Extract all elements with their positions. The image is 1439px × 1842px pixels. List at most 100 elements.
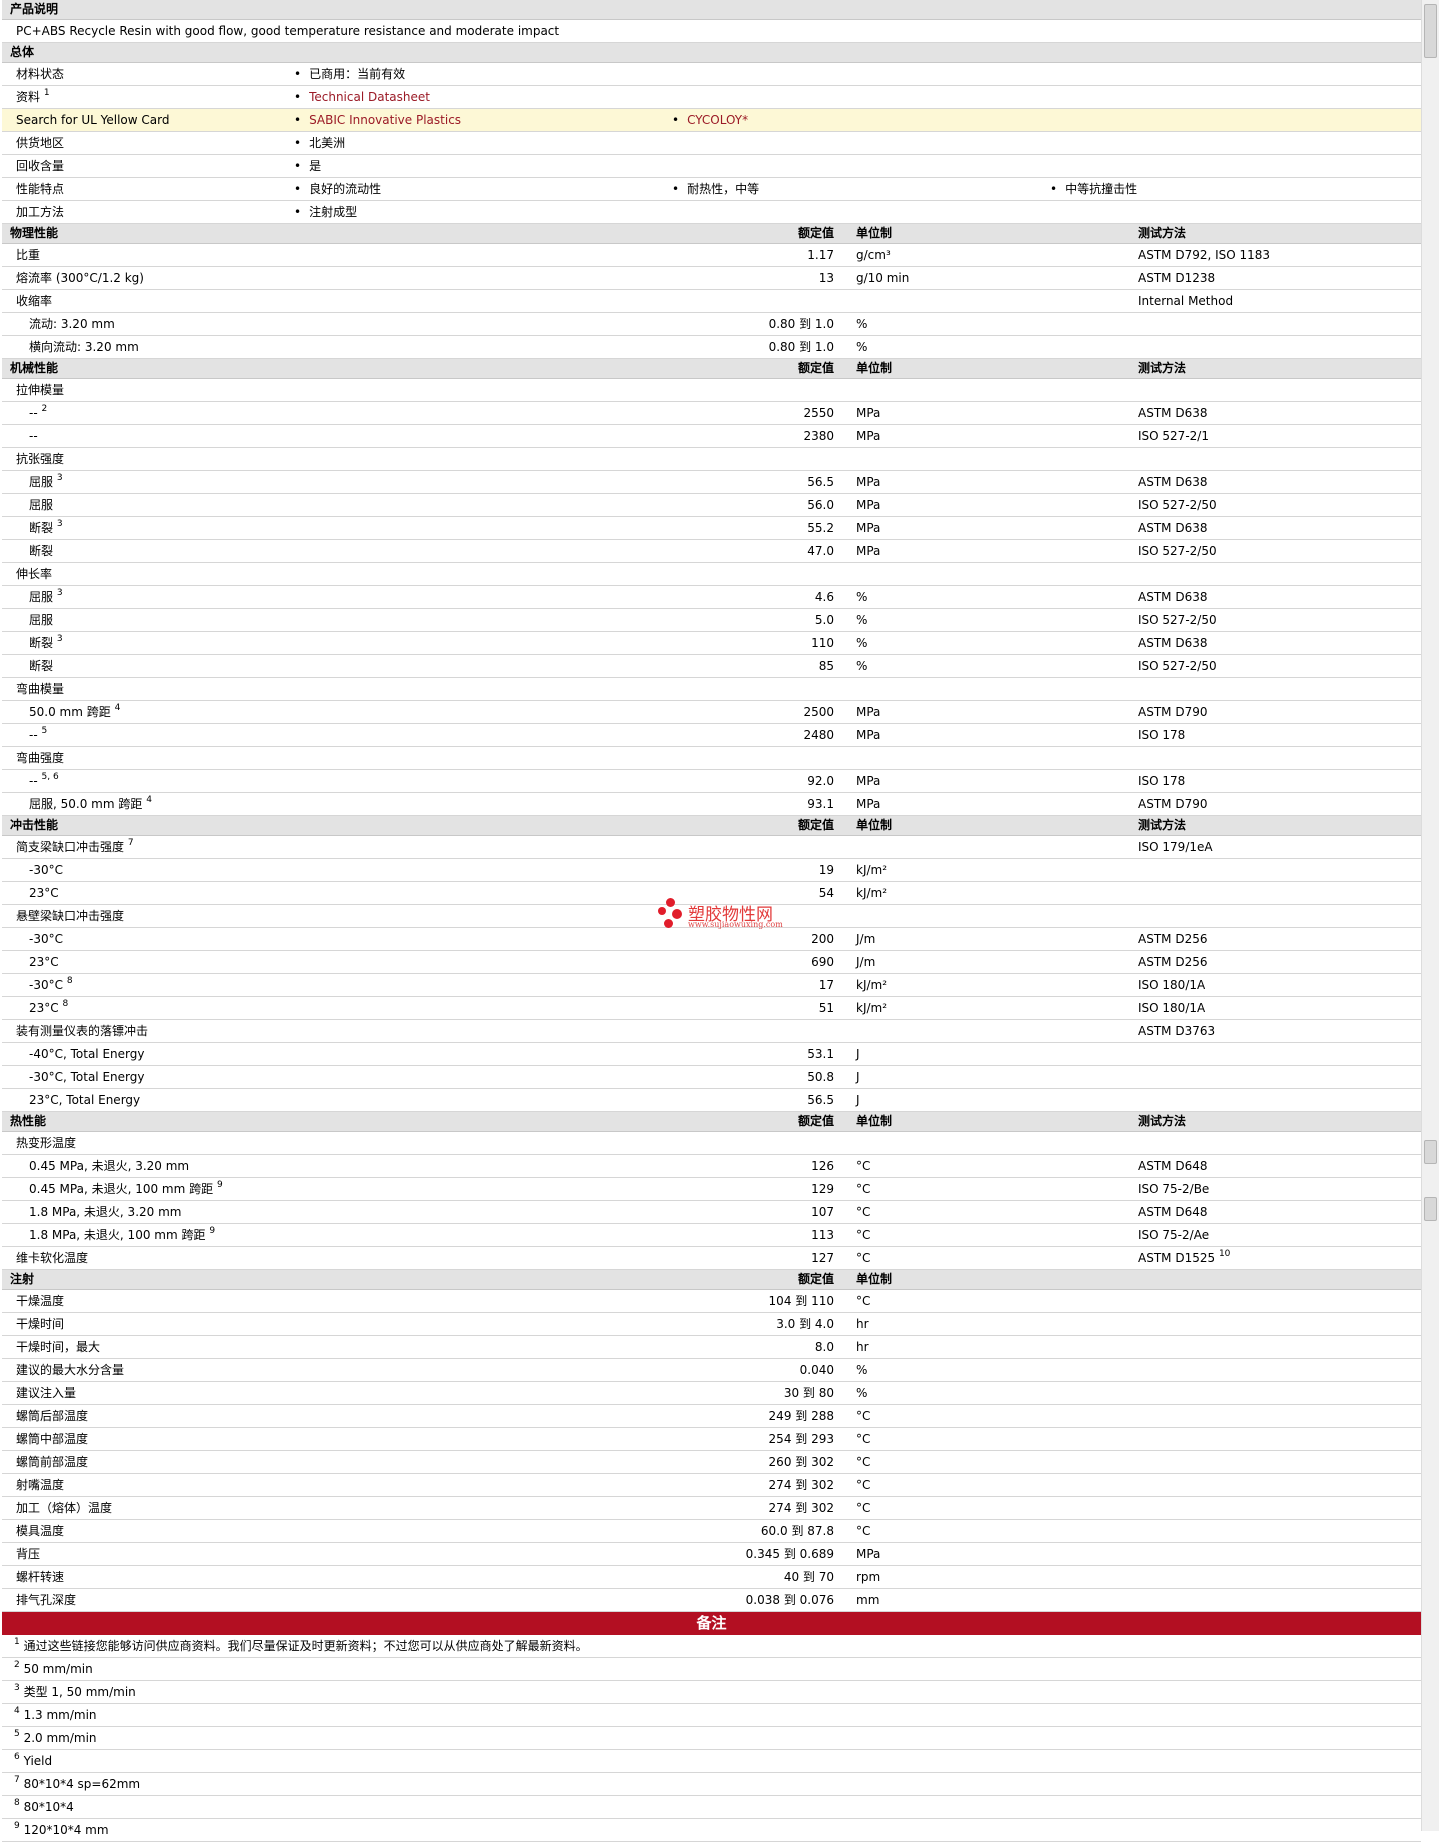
status-row: 材料状态 已商用：当前有效 <box>2 63 1421 86</box>
property-value: 85 <box>818 659 834 673</box>
property-unit: °C <box>856 1205 871 1219</box>
property-label: 背压 <box>16 1547 41 1561</box>
property-value: 127 <box>811 1251 834 1265</box>
section-general: 总体 <box>2 43 1421 63</box>
property-method: ASTM D792, ISO 1183 <box>1138 248 1271 262</box>
property-label: 流动: 3.20 mm <box>29 317 115 331</box>
property-value: 0.040 <box>799 1363 834 1377</box>
property-row: 维卡软化温度 127 °C ASTM D1525 10 <box>2 1247 1421 1270</box>
property-method: ASTM D638 <box>1138 590 1208 604</box>
property-value: 2550 <box>803 406 834 420</box>
property-row: -- 5, 6 92.0 MPa ISO 178 <box>2 770 1421 793</box>
note-text: 1 通过这些链接您能够访问供应商资料。我们尽量保证及时更新资料；不过您可以从供应… <box>14 1637 588 1654</box>
property-label: 抗张强度 <box>16 452 65 466</box>
note-row: 2 50 mm/min <box>2 1658 1421 1681</box>
property-label: 简支梁缺口冲击强度 7 <box>16 838 134 855</box>
property-row: 拉伸模量 <box>2 379 1421 402</box>
vertical-scrollbar[interactable] <box>1421 0 1439 1831</box>
technical-datasheet-link[interactable]: Technical Datasheet <box>292 86 430 108</box>
section-title: 机械性能 <box>10 361 59 375</box>
header-nominal: 额定值 <box>797 226 834 240</box>
scrollbar-marker <box>1424 1197 1437 1221</box>
note-row: 4 1.3 mm/min <box>2 1704 1421 1727</box>
property-row: 建议的最大水分含量 0.040% <box>2 1359 1421 1382</box>
notes-header: 备注 <box>2 1612 1421 1635</box>
property-row: -40°C, Total Energy 53.1 J <box>2 1043 1421 1066</box>
property-unit: °C <box>856 1455 871 1469</box>
feature-item: 中等抗撞击性 <box>1048 178 1137 200</box>
property-row: -30°C 19 kJ/m² <box>2 859 1421 882</box>
property-unit: kJ/m² <box>856 978 888 992</box>
property-unit: MPa <box>856 406 881 420</box>
property-label: 0.45 MPa, 未退火, 100 mm 跨距 9 <box>29 1180 223 1197</box>
property-value: 51 <box>818 1001 834 1015</box>
property-label: 维卡软化温度 <box>16 1251 89 1265</box>
property-row: 干燥温度 104 到 110 °C <box>2 1290 1421 1313</box>
property-value: 110 <box>811 636 834 650</box>
note-text: 7 80*10*4 sp=62mm <box>14 1775 141 1792</box>
property-method: ISO 178 <box>1138 774 1186 788</box>
property-label: 螺杆转速 <box>16 1570 65 1584</box>
property-label: 螺筒中部温度 <box>16 1432 89 1446</box>
header-nominal: 额定值 <box>797 1272 834 1286</box>
sabic-link[interactable]: SABIC Innovative Plastics <box>292 109 461 131</box>
header-unit: 单位制 <box>856 361 893 375</box>
property-value: 60.0 到 87.8 <box>760 1524 834 1538</box>
property-label: 1.8 MPa, 未退火, 100 mm 跨距 9 <box>29 1226 216 1243</box>
property-label: 23°C 8 <box>29 999 69 1016</box>
header-method: 测试方法 <box>1138 1114 1187 1128</box>
property-unit: % <box>856 590 868 604</box>
property-label: 弯曲强度 <box>16 751 65 765</box>
property-label: 断裂 3 <box>29 634 63 651</box>
note-row: 1 通过这些链接您能够访问供应商资料。我们尽量保证及时更新资料；不过您可以从供应… <box>2 1635 1421 1658</box>
property-label: 收缩率 <box>16 294 53 308</box>
property-label: 排气孔深度 <box>16 1593 77 1607</box>
property-unit: °C <box>856 1228 871 1242</box>
property-row: 屈服 3 56.5 MPa ASTM D638 <box>2 471 1421 494</box>
property-unit: g/cm³ <box>856 248 891 262</box>
property-row: 螺筒中部温度 254 到 293 °C <box>2 1428 1421 1451</box>
section-title: 冲击性能 <box>10 818 59 832</box>
property-label: 屈服 <box>29 498 54 512</box>
property-label: -30°C, Total Energy <box>29 1070 145 1084</box>
property-label: 弯曲模量 <box>16 682 65 696</box>
property-value: 104 到 110 <box>768 1294 834 1308</box>
property-method: ASTM D648 <box>1138 1205 1208 1219</box>
property-unit: rpm <box>856 1570 881 1584</box>
property-label: 装有测量仪表的落镖冲击 <box>16 1024 149 1038</box>
note-row: 5 2.0 mm/min <box>2 1727 1421 1750</box>
property-unit: kJ/m² <box>856 863 888 877</box>
property-unit: % <box>856 659 868 673</box>
docs-row: 资料 1 Technical Datasheet <box>2 86 1421 109</box>
property-unit: °C <box>856 1478 871 1492</box>
property-row: -- 5 2480 MPa ISO 178 <box>2 724 1421 747</box>
section-title: 物理性能 <box>10 226 59 240</box>
property-value: 8.0 <box>814 1340 834 1354</box>
property-method: ASTM D638 <box>1138 475 1208 489</box>
property-label: 屈服, 50.0 mm 跨距 4 <box>29 795 152 812</box>
property-value: 54 <box>818 886 834 900</box>
ul-label: Search for UL Yellow Card <box>16 113 170 127</box>
scrollbar-thumb[interactable] <box>1424 4 1437 58</box>
property-unit: kJ/m² <box>856 886 888 900</box>
section-injection: 注射 额定值 单位制 <box>2 1270 1421 1290</box>
property-value: 53.1 <box>807 1047 834 1061</box>
property-label: -- 2 <box>29 404 48 421</box>
property-value: 254 到 293 <box>768 1432 834 1446</box>
property-row: 螺筒后部温度 249 到 288 °C <box>2 1405 1421 1428</box>
note-text: 3 类型 1, 50 mm/min <box>14 1683 136 1700</box>
property-unit: MPa <box>856 521 881 535</box>
property-value: 19 <box>818 863 834 877</box>
property-row: 1.8 MPa, 未退火, 3.20 mm 107 °C ASTM D648 <box>2 1201 1421 1224</box>
property-row: 23°C 690 J/m ASTM D256 <box>2 951 1421 974</box>
property-unit: hr <box>856 1317 869 1331</box>
notes-list: 1 通过这些链接您能够访问供应商资料。我们尽量保证及时更新资料；不过您可以从供应… <box>2 1635 1421 1842</box>
property-unit: kJ/m² <box>856 1001 888 1015</box>
property-row: 装有测量仪表的落镖冲击 ASTM D3763 <box>2 1020 1421 1043</box>
property-label: 螺筒后部温度 <box>16 1409 89 1423</box>
property-row: 比重 1.17 g/cm³ ASTM D792, ISO 1183 <box>2 244 1421 267</box>
property-method: ASTM D1238 <box>1138 271 1216 285</box>
property-method: ASTM D256 <box>1138 932 1208 946</box>
cycoloy-link[interactable]: CYCOLOY* <box>670 109 748 131</box>
property-label: -30°C <box>29 932 63 946</box>
